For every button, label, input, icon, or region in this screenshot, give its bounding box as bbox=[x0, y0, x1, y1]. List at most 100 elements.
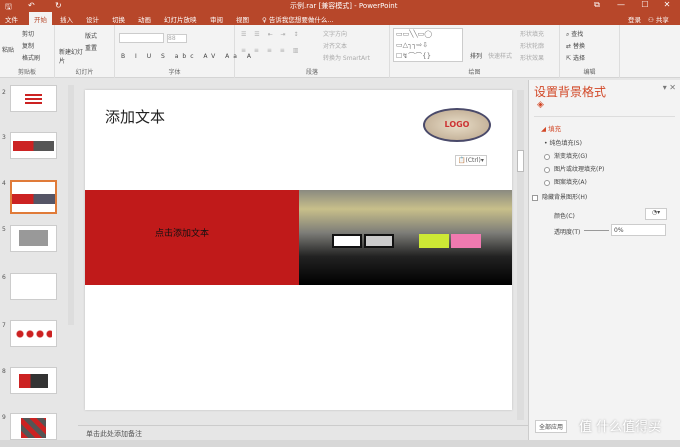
paragraph-label: 段落 bbox=[305, 69, 318, 76]
gradient-fill-label: 渐变填充(G) bbox=[554, 153, 588, 160]
font-group: 88 B I U S abc AV Aa A 字体 bbox=[115, 25, 251, 78]
clipboard-group: 粘贴 剪切 复制 格式刷 剪贴板 bbox=[0, 25, 55, 78]
tab-home[interactable]: 开始 bbox=[29, 12, 52, 25]
notes-placeholder: 单击此处添加备注 bbox=[86, 430, 142, 438]
paste-button[interactable]: 粘贴 bbox=[2, 45, 14, 54]
tab-slideshow[interactable]: 幻灯片放映 bbox=[164, 14, 197, 24]
status-bar bbox=[0, 440, 680, 447]
color-picker-button[interactable]: ◔▾ bbox=[645, 208, 667, 220]
shape-effects-button[interactable]: 形状效果 bbox=[520, 53, 544, 62]
slide-number: 5 bbox=[2, 226, 6, 233]
share-label: 共享 bbox=[655, 16, 669, 24]
office-photo[interactable] bbox=[299, 190, 512, 285]
font-size-input[interactable]: 88 bbox=[167, 34, 187, 43]
cut-button[interactable]: 剪切 bbox=[22, 29, 34, 38]
red-text-block[interactable]: 点击添加文本 bbox=[85, 190, 299, 285]
slide-thumbnail-panel: 2 3 4 5 6 7 8 9 bbox=[0, 80, 78, 440]
slide-number: 7 bbox=[2, 322, 6, 329]
slide-scrollbar[interactable] bbox=[517, 90, 524, 420]
thumbnail-scrollbar[interactable] bbox=[68, 85, 74, 325]
font-name-input[interactable] bbox=[119, 33, 164, 43]
title-bar: 🖫 ↶ ↻ 示例.rar [兼容模式] - PowerPoint ⧉ — ☐ ✕ bbox=[0, 0, 680, 12]
tab-transitions[interactable]: 切换 bbox=[112, 14, 125, 24]
picture-fill-radio[interactable]: 图片或纹理填充(P) bbox=[544, 164, 604, 173]
slide-thumbnail[interactable] bbox=[10, 273, 57, 300]
ribbon: 粘贴 剪切 复制 格式刷 剪贴板 新建幻灯片 版式 重置 幻灯片 88 B I … bbox=[0, 25, 680, 78]
undo-icon[interactable]: ↶ bbox=[28, 1, 35, 10]
arrange-button[interactable]: 排列 bbox=[470, 51, 482, 60]
tab-view[interactable]: 视图 bbox=[236, 14, 249, 24]
reset-button[interactable]: 重置 bbox=[85, 43, 97, 52]
pane-close-icon[interactable]: ▾ ✕ bbox=[663, 83, 676, 92]
slide-number: 3 bbox=[2, 134, 6, 141]
quick-styles-button[interactable]: 快速样式 bbox=[488, 51, 512, 60]
watermark: 值 什么值得买 bbox=[579, 420, 662, 435]
apply-all-button[interactable]: 全部应用 bbox=[535, 420, 568, 433]
drawing-group: ▭▭╲╲▭◯ ▭△┐┐⇨⇩ ☐↯⌒⌒{} 排列 快速样式 形状填充 形状轮廓 形状效… bbox=[390, 25, 560, 78]
fill-bucket-icon[interactable]: ◈ bbox=[537, 100, 544, 110]
replace-label: 替换 bbox=[572, 43, 585, 50]
replace-button[interactable]: ⇄ 替换 bbox=[566, 41, 585, 50]
tab-design[interactable]: 设计 bbox=[86, 14, 99, 24]
slide-canvas[interactable]: 添加文本 LOGO 📋(Ctrl)▾ 点击添加文本 bbox=[85, 90, 512, 410]
fill-section-label: 填充 bbox=[548, 125, 562, 133]
tab-file[interactable]: 文件 bbox=[5, 14, 18, 24]
slide-thumbnail-selected[interactable] bbox=[10, 180, 57, 214]
slide-number: 6 bbox=[2, 274, 6, 281]
fill-section-header[interactable]: ◢ 填充 bbox=[541, 123, 561, 133]
editing-group: ⌕ 查找 ⇄ 替换 ⇱ 选择 编辑 bbox=[560, 25, 620, 78]
gradient-fill-radio[interactable]: 渐变填充(G) bbox=[544, 151, 587, 160]
text-direction-button[interactable]: 文字方向 bbox=[323, 29, 347, 38]
transparency-input[interactable]: 0% bbox=[611, 224, 666, 236]
hide-background-checkbox[interactable]: 隐藏背景图形(H) bbox=[532, 192, 587, 201]
font-label: 字体 bbox=[168, 69, 181, 76]
tab-insert[interactable]: 插入 bbox=[60, 14, 73, 24]
pattern-fill-label: 图案填充(A) bbox=[554, 179, 587, 186]
drawing-label: 绘图 bbox=[468, 69, 481, 76]
tab-review[interactable]: 审阅 bbox=[210, 14, 223, 24]
tell-me-input[interactable]: ♀ 告诉我您想要做什么... bbox=[262, 14, 334, 24]
new-slide-button[interactable]: 新建幻灯片 bbox=[59, 47, 83, 65]
align-buttons[interactable]: ≡ ≡ ≡ ≡ ▥ bbox=[241, 47, 301, 54]
color-label: 颜色(C) bbox=[554, 213, 575, 220]
find-button[interactable]: ⌕ 查找 bbox=[566, 29, 583, 39]
window-title: 示例.rar [兼容模式] - PowerPoint bbox=[290, 2, 398, 10]
share-button[interactable]: ⚇ 共享 bbox=[648, 14, 669, 24]
solid-fill-radio[interactable]: • 纯色填充(S) bbox=[544, 138, 582, 147]
format-painter-button[interactable]: 格式刷 bbox=[22, 53, 40, 62]
slide-thumbnail[interactable] bbox=[10, 413, 57, 440]
solid-fill-label: 纯色填充(S) bbox=[549, 140, 582, 147]
notes-pane[interactable]: 单击此处添加备注 bbox=[78, 425, 528, 440]
close-button[interactable]: ✕ bbox=[656, 0, 678, 9]
slide-thumbnail[interactable] bbox=[10, 225, 57, 252]
redo-icon[interactable]: ↻ bbox=[55, 1, 62, 10]
slide-number: 9 bbox=[2, 414, 6, 421]
smartart-button[interactable]: 转换为 SmartArt bbox=[323, 53, 370, 62]
slide-thumbnail[interactable] bbox=[10, 85, 57, 112]
maximize-button[interactable]: ☐ bbox=[634, 0, 656, 9]
slides-label: 幻灯片 bbox=[75, 69, 94, 76]
slide-number: 8 bbox=[2, 368, 6, 375]
paste-options-button[interactable]: 📋(Ctrl)▾ bbox=[455, 155, 487, 166]
list-buttons[interactable]: ☰ ☰ ⇤ ⇥ ↕ bbox=[241, 31, 301, 38]
align-text-button[interactable]: 对齐文本 bbox=[323, 41, 347, 50]
layout-button[interactable]: 版式 bbox=[85, 31, 97, 40]
select-button[interactable]: ⇱ 选择 bbox=[566, 53, 585, 62]
transparency-label: 透明度(T) bbox=[554, 229, 581, 236]
copy-button[interactable]: 复制 bbox=[22, 41, 34, 50]
shapes-gallery[interactable]: ▭▭╲╲▭◯ ▭△┐┐⇨⇩ ☐↯⌒⌒{} bbox=[393, 28, 463, 62]
pattern-fill-radio[interactable]: 图案填充(A) bbox=[544, 177, 587, 186]
ribbon-display-button[interactable]: ⧉ bbox=[586, 0, 608, 10]
slide-thumbnail[interactable] bbox=[10, 320, 57, 347]
transparency-slider[interactable] bbox=[584, 230, 609, 231]
shape-outline-button[interactable]: 形状轮廓 bbox=[520, 41, 544, 50]
slide-thumbnail[interactable] bbox=[10, 367, 57, 394]
login-link[interactable]: 登录 bbox=[628, 14, 641, 24]
slide-thumbnail[interactable] bbox=[10, 132, 57, 159]
minimize-button[interactable]: — bbox=[610, 0, 632, 9]
logo-image[interactable]: LOGO bbox=[423, 108, 491, 142]
shape-fill-button[interactable]: 形状填充 bbox=[520, 29, 544, 38]
select-label: 选择 bbox=[572, 55, 585, 62]
slide-title[interactable]: 添加文本 bbox=[105, 106, 165, 127]
tab-animations[interactable]: 动画 bbox=[138, 14, 151, 24]
